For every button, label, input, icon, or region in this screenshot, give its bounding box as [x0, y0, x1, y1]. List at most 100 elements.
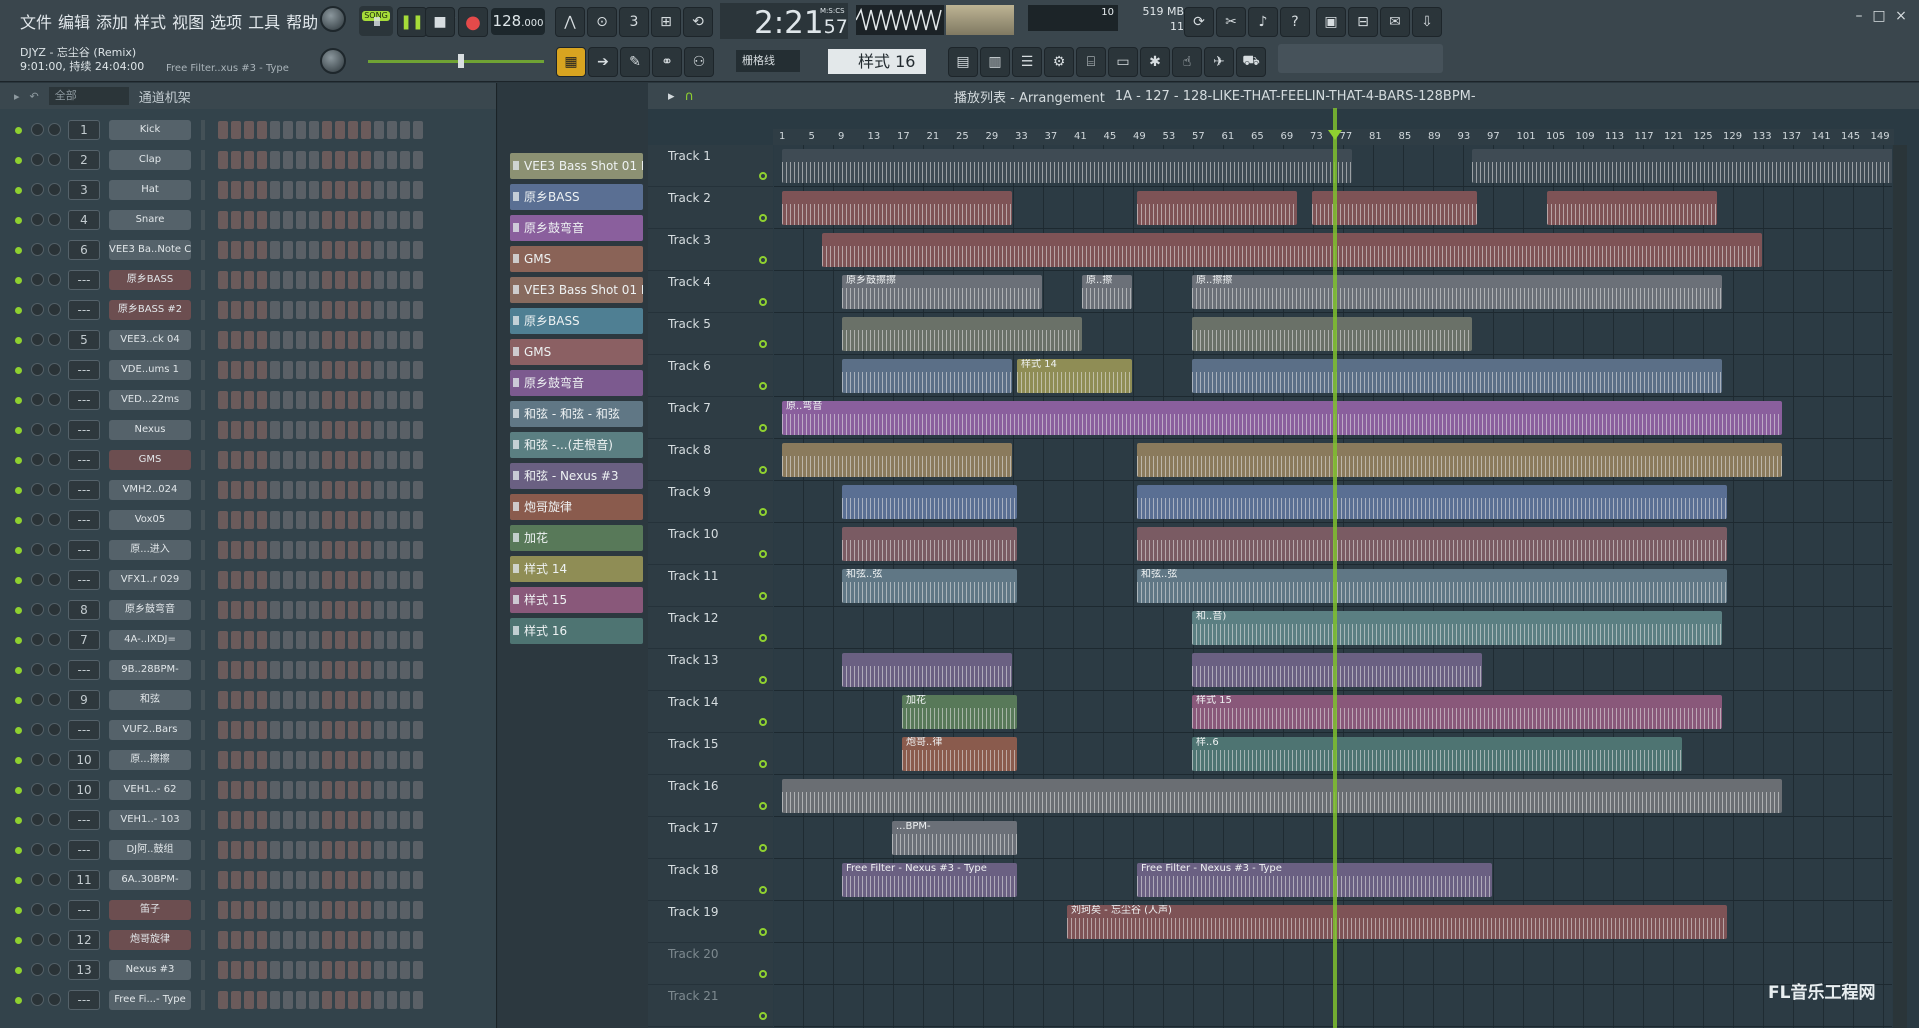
channel-row[interactable]: 9 和弦	[10, 688, 480, 712]
playlist-clip[interactable]: ...BPM-	[892, 821, 1017, 855]
step-button[interactable]	[387, 241, 397, 259]
pattern-item[interactable]: 和弦 - 和弦 - 和弦	[510, 401, 643, 427]
playlist-menu-icon[interactable]: ▸	[668, 89, 675, 104]
countdown-icon[interactable]: 3	[619, 7, 649, 37]
step-button[interactable]	[348, 751, 358, 769]
channel-volume-knob[interactable]	[48, 963, 61, 976]
step-button[interactable]	[257, 391, 267, 409]
step-button[interactable]	[218, 901, 228, 919]
step-button[interactable]	[231, 481, 241, 499]
step-button[interactable]	[270, 781, 280, 799]
step-button[interactable]	[335, 601, 345, 619]
step-button[interactable]	[348, 511, 358, 529]
channel-volume-knob[interactable]	[48, 873, 61, 886]
step-button[interactable]	[218, 241, 228, 259]
step-button[interactable]	[218, 271, 228, 289]
step-button[interactable]	[387, 361, 397, 379]
step-button[interactable]	[387, 271, 397, 289]
step-button[interactable]	[218, 991, 228, 1009]
step-button[interactable]	[270, 271, 280, 289]
step-button[interactable]	[400, 511, 410, 529]
channel-row[interactable]: 11 6A..30BPM-	[10, 868, 480, 892]
channel-row[interactable]: --- Free Fi...- Type	[10, 988, 480, 1012]
channel-row[interactable]: 3 Hat	[10, 178, 480, 202]
step-button[interactable]	[257, 361, 267, 379]
cut-icon[interactable]: ✂	[1216, 7, 1246, 37]
step-button[interactable]	[374, 661, 384, 679]
step-button[interactable]	[283, 421, 293, 439]
playlist-clip[interactable]	[782, 149, 1352, 183]
step-button[interactable]	[244, 151, 254, 169]
channel-pan-knob[interactable]	[31, 663, 44, 676]
channel-mute-led[interactable]	[15, 607, 22, 614]
step-button[interactable]	[387, 691, 397, 709]
wait-record-icon[interactable]: ⊙	[587, 7, 617, 37]
step-button[interactable]	[231, 121, 241, 139]
channel-pan-knob[interactable]	[31, 813, 44, 826]
step-button[interactable]	[413, 151, 423, 169]
pattern-item[interactable]: GMS	[510, 246, 643, 272]
step-button[interactable]	[361, 811, 371, 829]
step-button[interactable]	[244, 541, 254, 559]
playlist-clip[interactable]	[842, 485, 1017, 519]
step-button[interactable]	[322, 751, 332, 769]
step-button[interactable]	[231, 931, 241, 949]
channel-select-bar[interactable]	[201, 570, 205, 590]
step-button[interactable]	[322, 781, 332, 799]
channel-pan-knob[interactable]	[31, 603, 44, 616]
track-header[interactable]: Track 14	[648, 691, 773, 733]
channel-name-button[interactable]: 原乡鼓弯音	[109, 600, 191, 620]
step-button[interactable]	[244, 511, 254, 529]
step-button[interactable]	[218, 181, 228, 199]
step-button[interactable]	[257, 541, 267, 559]
channel-mute-led[interactable]	[15, 457, 22, 464]
channel-pan-knob[interactable]	[31, 573, 44, 586]
step-button[interactable]	[374, 751, 384, 769]
step-button[interactable]	[374, 241, 384, 259]
step-button[interactable]	[231, 721, 241, 739]
playlist-clip[interactable]	[822, 233, 1762, 267]
channel-mixer-track[interactable]: 10	[68, 780, 100, 800]
channel-mute-led[interactable]	[15, 307, 22, 314]
track-mute-led[interactable]	[759, 718, 767, 726]
pattern-item[interactable]: 和弦 - Nexus #3	[510, 463, 643, 489]
channel-mute-led[interactable]	[15, 187, 22, 194]
step-button[interactable]	[374, 331, 384, 349]
step-button[interactable]	[400, 331, 410, 349]
step-button[interactable]	[283, 121, 293, 139]
step-button[interactable]	[231, 901, 241, 919]
step-button[interactable]	[348, 391, 358, 409]
step-button[interactable]	[335, 541, 345, 559]
step-button[interactable]	[322, 871, 332, 889]
step-button[interactable]	[231, 421, 241, 439]
channel-select-bar[interactable]	[201, 750, 205, 770]
chat-icon[interactable]: ✉	[1380, 7, 1410, 37]
step-button[interactable]	[283, 871, 293, 889]
step-button[interactable]	[348, 571, 358, 589]
step-button[interactable]	[322, 301, 332, 319]
playlist-clip[interactable]	[1137, 443, 1782, 477]
channel-mixer-track[interactable]: ---	[68, 270, 100, 290]
step-button[interactable]	[218, 661, 228, 679]
step-button[interactable]	[374, 211, 384, 229]
step-button[interactable]	[361, 361, 371, 379]
channel-mixer-track[interactable]: 5	[68, 330, 100, 350]
step-button[interactable]	[361, 661, 371, 679]
channel-volume-knob[interactable]	[48, 513, 61, 526]
export-icon[interactable]: ⊟	[1348, 7, 1378, 37]
channel-mute-led[interactable]	[15, 217, 22, 224]
channel-mute-led[interactable]	[15, 937, 22, 944]
channel-select-bar[interactable]	[201, 330, 205, 350]
pattern-item[interactable]: 原乡BASS	[510, 308, 643, 334]
step-button[interactable]	[296, 451, 306, 469]
volume-thumb[interactable]	[458, 54, 464, 68]
channel-pan-knob[interactable]	[31, 273, 44, 286]
step-button[interactable]	[413, 931, 423, 949]
channel-pan-knob[interactable]	[31, 783, 44, 796]
step-button[interactable]	[348, 931, 358, 949]
playlist-clip[interactable]	[1192, 653, 1482, 687]
step-button[interactable]	[309, 841, 319, 859]
step-button[interactable]	[244, 661, 254, 679]
undo-history-icon[interactable]: ⟳	[1184, 7, 1214, 37]
step-button[interactable]	[309, 991, 319, 1009]
